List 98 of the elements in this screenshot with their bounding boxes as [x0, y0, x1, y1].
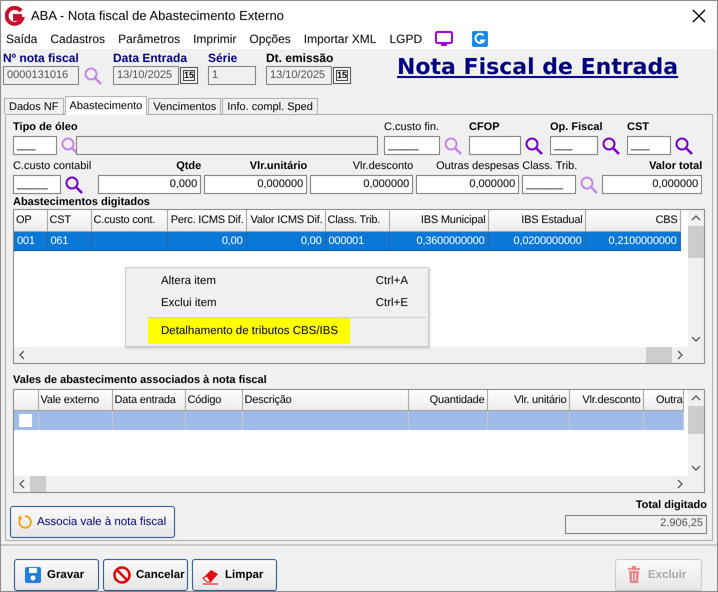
search-icon[interactable]	[674, 136, 694, 156]
no-entry-icon	[112, 565, 132, 585]
field-label: CFOP	[469, 121, 501, 136]
field-label: Data Entrada	[113, 50, 188, 66]
input-field[interactable]: ___	[13, 136, 57, 156]
tab[interactable]: Abastecimento	[64, 96, 148, 115]
shortcut-label: Ctrl+A	[376, 275, 408, 287]
column-header: Vlr. unitário	[487, 390, 569, 411]
footer-button[interactable]: Limpar	[192, 559, 277, 591]
checkbox[interactable]	[19, 414, 32, 428]
column-header: IBS Municipal	[389, 210, 488, 232]
input-field[interactable]: ______	[522, 174, 576, 194]
field-label: C.custo fin.	[384, 121, 440, 136]
column-header: Descrição	[242, 390, 408, 411]
vertical-scrollbar[interactable]	[688, 390, 704, 476]
column-header: CBS	[585, 210, 680, 232]
section-title: Abastecimentos digitados	[13, 196, 151, 210]
scrollbar-thumb[interactable]	[688, 406, 704, 434]
total-label: Total digitado	[636, 499, 707, 513]
input-field[interactable]: 0,000000	[602, 174, 702, 194]
input-field[interactable]: 0,000000	[204, 174, 308, 194]
input-field[interactable]: ___	[550, 136, 598, 156]
scrollbar-thumb[interactable]	[30, 476, 46, 492]
column-header: IBS Estadual	[488, 210, 585, 232]
section-title: Vales de abastecimento associados à nota fiscal	[13, 374, 268, 388]
menu-item[interactable]: Opções	[249, 32, 291, 46]
search-icon[interactable]	[64, 174, 84, 194]
associate-button[interactable]: Associa vale à nota fiscal	[10, 506, 175, 538]
horizontal-scrollbar[interactable]	[14, 347, 688, 364]
column-header: Class. Trib.	[325, 210, 389, 232]
menu-item[interactable]: Imprimir	[193, 32, 236, 46]
tab[interactable]: Vencimentos	[148, 98, 222, 114]
input-field[interactable]: 0,000000	[310, 174, 414, 194]
search-icon[interactable]	[524, 136, 544, 156]
input-field[interactable]	[469, 136, 521, 156]
search-icon[interactable]	[601, 136, 621, 156]
scrollbar-thumb[interactable]	[688, 226, 704, 258]
field-label: Outras despesas	[435, 160, 520, 174]
horizontal-scrollbar[interactable]	[14, 476, 688, 492]
menu-item[interactable]: LGPD	[389, 32, 422, 46]
column-header: CST	[47, 210, 91, 232]
page-heading-link[interactable]: Nota Fiscal de Entrada	[397, 54, 678, 85]
field-label: Série	[208, 50, 238, 66]
refresh-icon	[17, 514, 33, 530]
window-title: ABA - Nota fiscal de Abastecimento Externo	[31, 8, 285, 24]
menu-item[interactable]: Importar XML	[304, 32, 376, 46]
input-field[interactable]: 0,000	[98, 174, 202, 194]
input-field[interactable]: _____	[13, 174, 61, 194]
input-field[interactable]: 0,000000	[416, 174, 520, 194]
column-header: Data entrada	[112, 390, 185, 411]
field-label: Op. Fiscal	[550, 121, 604, 136]
field-label: Vlr.desconto	[352, 160, 414, 174]
menu-item[interactable]: Saída	[6, 32, 38, 46]
total-field: 2.906,25	[565, 515, 707, 534]
column-header: C.custo cont.	[91, 210, 167, 232]
scrollbar-thumb[interactable]	[646, 347, 672, 364]
field-label: Dt. emissão	[266, 50, 334, 66]
field-label: Class. Trib.	[522, 160, 578, 174]
table-cell: 001	[14, 231, 47, 250]
field-label: Nº nota fiscal	[3, 50, 80, 66]
field-label: C.custo contabil	[13, 160, 92, 174]
menu-item[interactable]: Parâmetros	[118, 32, 180, 46]
column-header: OP	[14, 210, 47, 232]
field-label: CST	[627, 121, 650, 136]
shortcut-label: Ctrl+E	[376, 297, 408, 309]
field-label: Tipo de óleo	[13, 121, 79, 136]
table-cell: 000001	[325, 231, 389, 250]
menu-item[interactable]: Detalhamento de tributos CBS/IBS	[148, 318, 350, 344]
footer-button[interactable]: Cancelar	[103, 559, 188, 591]
tab[interactable]: Info. compl. Sped	[222, 98, 318, 114]
table-cell: 0,00	[246, 231, 325, 250]
table-cell: 061	[47, 231, 91, 250]
monitor-icon[interactable]	[435, 31, 454, 48]
column-header: Vale externo	[38, 390, 112, 411]
table-cell: 0,3600000000	[389, 231, 488, 250]
input-field[interactable]: _____	[384, 136, 440, 156]
input-field[interactable]: ___	[627, 136, 671, 156]
vertical-scrollbar[interactable]	[688, 210, 704, 348]
column-header: Vlr.desconto	[569, 390, 643, 411]
column-header: Outra	[643, 390, 683, 411]
footer-button[interactable]: Gravar	[14, 559, 99, 591]
table-cell: 0,2100000000	[585, 231, 680, 250]
column-header: Perc. ICMS Dif.	[167, 210, 246, 232]
menu-item[interactable]: Exclui item	[161, 297, 217, 309]
app-logo-icon	[5, 6, 25, 26]
column-header: Quantidade	[408, 390, 487, 411]
menu-item[interactable]: Altera item	[161, 275, 216, 287]
table-cell: 0,0200000000	[488, 231, 585, 250]
field-label: Vlr.unitário	[248, 160, 308, 174]
column-header: Código	[185, 390, 242, 411]
table-cell: 0,00	[167, 231, 246, 250]
menu-item[interactable]: Cadastros	[50, 32, 106, 46]
column-header: Valor ICMS Dif.	[246, 210, 325, 232]
table-row[interactable]: 001 061 0,00 0,00 000001 0,3600000000 0,0200000000 0,2100000000	[14, 231, 680, 250]
field-label: Qtde	[175, 160, 202, 174]
tab[interactable]: Dados NF	[4, 98, 64, 114]
logo-icon[interactable]	[472, 31, 488, 48]
field-label: Valor total	[648, 160, 702, 174]
